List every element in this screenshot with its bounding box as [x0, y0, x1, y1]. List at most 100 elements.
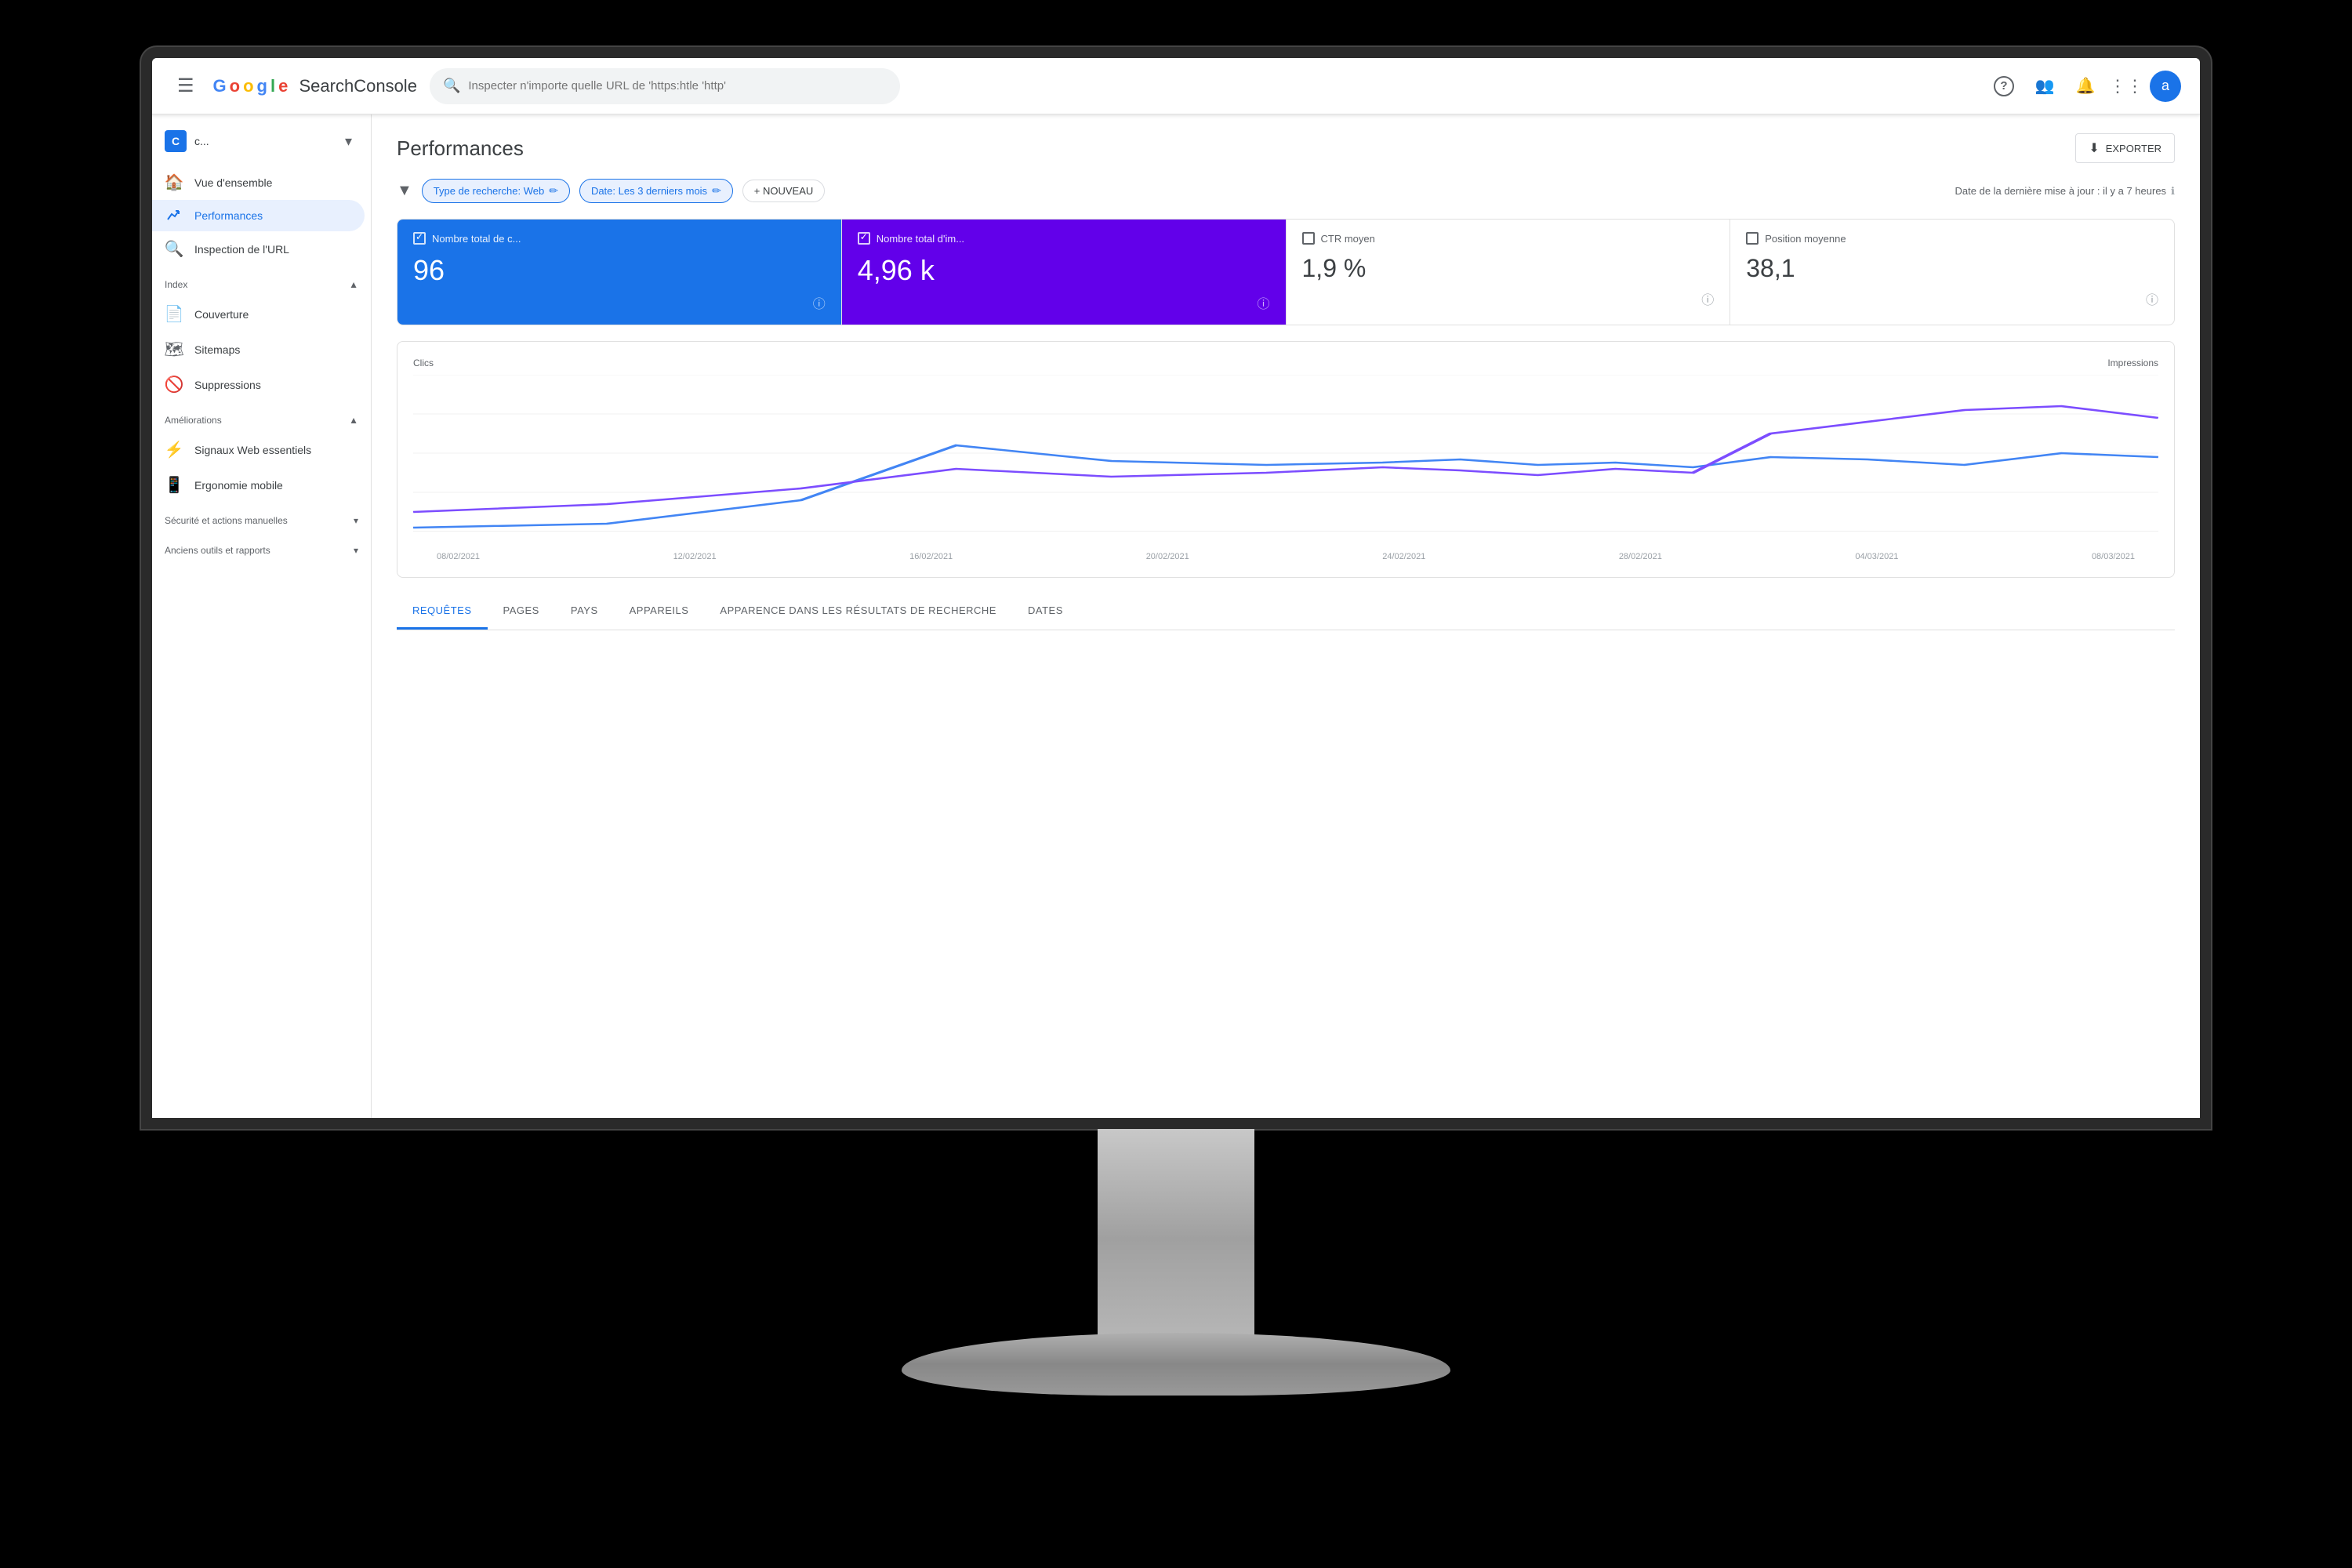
imac-chin [152, 1118, 2200, 1129]
new-filter-label: + NOUVEAU [754, 185, 814, 197]
mobile-label: Ergonomie mobile [194, 479, 283, 492]
sidebar-section-security[interactable]: Sécurité et actions manuelles ▾ [152, 509, 371, 532]
gsc-container: ☰ Google SearchConsole 🔍 ? 👥 [152, 58, 2200, 1118]
clics-info-icon[interactable]: ⓘ [813, 293, 826, 312]
hamburger-icon[interactable]: ☰ [171, 68, 201, 103]
position-checkbox[interactable] [1746, 232, 1759, 245]
old-tools-label: Anciens outils et rapports [165, 545, 270, 556]
apps-icon-btn[interactable]: ⋮⋮ [2109, 69, 2143, 103]
site-icon: C [165, 130, 187, 152]
help-icon: ? [1994, 76, 2014, 96]
filter-bar: ▼ Type de recherche: Web ✏ Date: Les 3 d… [397, 179, 2175, 203]
sidebar-section-old-tools[interactable]: Anciens outils et rapports ▾ [152, 539, 371, 562]
export-button[interactable]: ⬇ EXPORTER [2075, 133, 2175, 163]
chart-svg-area [413, 375, 2158, 547]
metric-ctr[interactable]: CTR moyen 1,9 % ⓘ [1287, 220, 1731, 325]
metric-impressions[interactable]: Nombre total d'im... 4,96 k ⓘ [842, 220, 1287, 325]
logo-e: e [278, 76, 288, 96]
ctr-checkbox[interactable] [1302, 232, 1315, 245]
site-selector[interactable]: C c... ▾ [152, 124, 365, 158]
export-download-icon: ⬇ [2089, 140, 2099, 156]
imac-screen: ☰ Google SearchConsole 🔍 ? 👥 [152, 58, 2200, 1118]
sidebar-url-label: Inspection de l'URL [194, 243, 289, 256]
metrics-row: Nombre total de c... 96 ⓘ [397, 219, 2175, 325]
logo-search-console-text: SearchConsole [299, 76, 417, 96]
tab-pages-label: PAGES [503, 604, 539, 616]
sidebar-item-performances[interactable]: Performances [152, 200, 365, 231]
search-input[interactable] [468, 79, 887, 93]
filter-icon: ▼ [397, 182, 412, 200]
index-collapse-icon: ▲ [349, 279, 358, 290]
metric-position[interactable]: Position moyenne 38,1 ⓘ [1730, 220, 2174, 325]
tab-appareils-label: APPAREILS [630, 604, 689, 616]
ameliorations-label: Améliorations [165, 415, 222, 426]
tab-appareils[interactable]: APPAREILS [614, 593, 705, 630]
web-vitals-label: Signaux Web essentiels [194, 444, 311, 456]
sidebar-item-url-inspection[interactable]: 🔍 Inspection de l'URL [152, 231, 365, 267]
impressions-value: 4,96 k [858, 254, 1270, 287]
tab-pages[interactable]: PAGES [488, 593, 555, 630]
position-info-icon[interactable]: ⓘ [2146, 289, 2158, 308]
sidebar: C c... ▾ 🏠 Vue d'ensemble Per [152, 114, 372, 1118]
tabs-row: REQUÊTES PAGES PAYS APPAREILS [397, 593, 2175, 630]
search-icon: 🔍 [443, 78, 460, 94]
ctr-info-icon[interactable]: ⓘ [1701, 289, 1714, 308]
logo-o1: o [230, 76, 240, 96]
site-name: c... [194, 135, 345, 147]
chart-left-label: Clics [413, 358, 434, 368]
tab-requetes-label: REQUÊTES [412, 604, 472, 616]
security-collapse-icon: ▾ [354, 515, 358, 526]
search-type-filter[interactable]: Type de recherche: Web ✏ [422, 179, 570, 203]
impressions-checkbox[interactable] [858, 232, 870, 245]
help-icon-btn[interactable]: ? [1987, 69, 2021, 103]
clics-checkbox[interactable] [413, 232, 426, 245]
removals-label: Suppressions [194, 379, 261, 391]
clics-label: Nombre total de c... [432, 233, 521, 245]
tab-pays[interactable]: PAYS [555, 593, 614, 630]
sidebar-item-coverage[interactable]: 📄 Couverture [152, 296, 365, 332]
sidebar-item-overview[interactable]: 🏠 Vue d'ensemble [152, 165, 365, 200]
mobile-icon: 📱 [165, 475, 183, 495]
last-update-text: Date de la dernière mise à jour : il y a… [1955, 185, 2167, 197]
sidebar-section-ameliorations[interactable]: Améliorations ▲ [152, 408, 371, 432]
people-icon-btn[interactable]: 👥 [2027, 69, 2062, 103]
position-label: Position moyenne [1765, 233, 1846, 245]
user-avatar[interactable]: a [2150, 71, 2181, 102]
tab-apparence[interactable]: APPARENCE DANS LES RÉSULTATS DE RECHERCH… [704, 593, 1012, 630]
sidebar-section-index[interactable]: Index ▲ [152, 273, 371, 296]
chart-icon [165, 208, 183, 223]
sidebar-item-sitemaps[interactable]: 🗺 Sitemaps [152, 332, 365, 367]
search-bar[interactable]: 🔍 [430, 68, 900, 104]
new-filter-button[interactable]: + NOUVEAU [742, 180, 826, 202]
sidebar-item-mobile[interactable]: 📱 Ergonomie mobile [152, 467, 365, 503]
x-label-1: 12/02/2021 [673, 552, 717, 561]
tab-dates[interactable]: DATES [1012, 593, 1079, 630]
notification-icon: 🔔 [2076, 76, 2096, 96]
date-edit-icon: ✏ [712, 184, 721, 198]
sidebar-item-web-vitals[interactable]: ⚡ Signaux Web essentiels [152, 432, 365, 467]
x-label-2: 16/02/2021 [909, 552, 953, 561]
search-nav-icon: 🔍 [165, 239, 183, 259]
logo-l: l [270, 76, 275, 96]
impressions-info-icon[interactable]: ⓘ [1257, 293, 1269, 312]
content-area: Performances ⬇ EXPORTER ▼ Type de recher… [372, 114, 2200, 1118]
page-title: Performances [397, 136, 524, 161]
logo-o2: o [243, 76, 253, 96]
ctr-value: 1,9 % [1302, 254, 1715, 283]
sidebar-item-removals[interactable]: 🚫 Suppressions [152, 367, 365, 402]
coverage-label: Couverture [194, 308, 249, 321]
date-filter[interactable]: Date: Les 3 derniers mois ✏ [579, 179, 733, 203]
tab-apparence-label: APPARENCE DANS LES RÉSULTATS DE RECHERCH… [720, 604, 996, 616]
home-icon: 🏠 [165, 172, 183, 192]
removals-icon: 🚫 [165, 375, 183, 394]
tab-requetes[interactable]: REQUÊTES [397, 593, 488, 630]
people-icon: 👥 [2035, 76, 2055, 96]
imac-screen-frame: ☰ Google SearchConsole 🔍 ? 👥 [141, 47, 2211, 1129]
sidebar-overview-label: Vue d'ensemble [194, 176, 272, 189]
clics-line [413, 445, 2158, 528]
x-label-6: 04/03/2021 [1855, 552, 1898, 561]
notification-icon-btn[interactable]: 🔔 [2068, 69, 2103, 103]
metric-clics[interactable]: Nombre total de c... 96 ⓘ [397, 220, 842, 325]
top-bar: ☰ Google SearchConsole 🔍 ? 👥 [152, 58, 2200, 114]
imac-stand-base [902, 1333, 1450, 1396]
